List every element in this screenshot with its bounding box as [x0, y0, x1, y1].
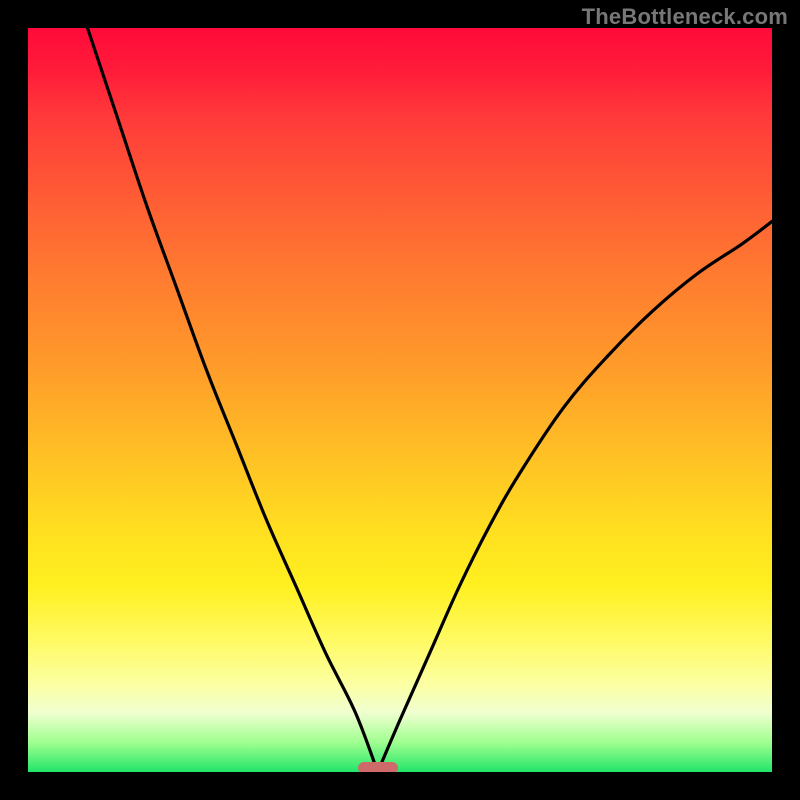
- plot-area: [28, 28, 772, 772]
- optimal-marker: [358, 762, 398, 772]
- chart-frame: TheBottleneck.com: [0, 0, 800, 800]
- curve-left-branch: [88, 28, 378, 772]
- curve-right-branch: [378, 221, 772, 772]
- bottleneck-curve: [28, 28, 772, 772]
- watermark-text: TheBottleneck.com: [582, 4, 788, 30]
